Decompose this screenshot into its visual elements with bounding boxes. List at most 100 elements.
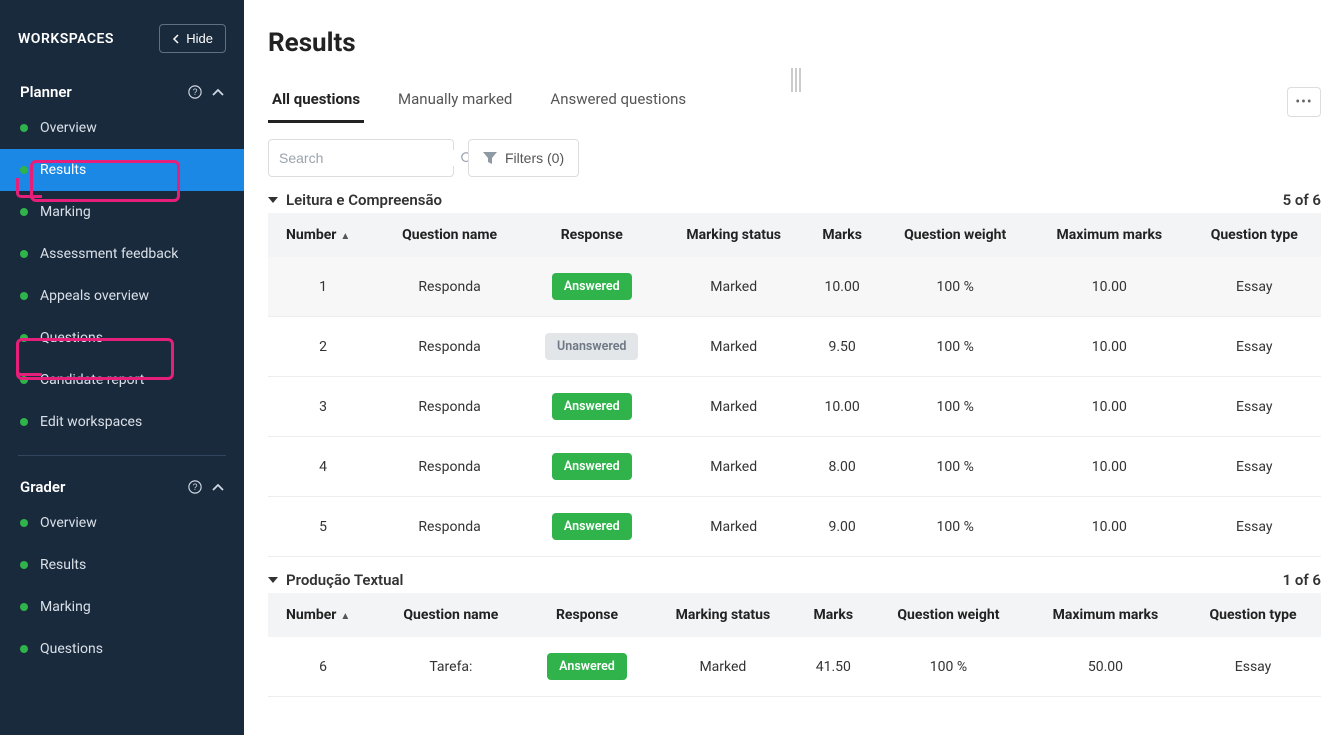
sidebar-item-assessment-feedback[interactable]: Assessment feedback (0, 233, 244, 275)
chevron-up-icon[interactable] (212, 483, 224, 491)
sidebar-item-marking[interactable]: Marking (0, 191, 244, 233)
hide-label: Hide (186, 31, 213, 46)
cell-marking-status: Marked (662, 377, 805, 437)
group-count: 1 of 6 (1283, 571, 1321, 589)
response-badge: Answered (547, 653, 627, 680)
cell-question-weight: 100 % (879, 377, 1031, 437)
sort-asc-icon: ▲ (340, 231, 350, 242)
search-input-wrapper[interactable] (268, 139, 454, 177)
sidebar-section-header[interactable]: Planner ? (0, 77, 244, 107)
hide-sidebar-button[interactable]: Hide (159, 24, 226, 53)
table-row[interactable]: 1 Responda Answered Marked 10.00 100 % 1… (268, 257, 1321, 317)
sidebar-section-header[interactable]: Grader ? (0, 472, 244, 502)
cell-marking-status: Marked (662, 497, 805, 557)
col-question-weight[interactable]: Question weight (871, 593, 1026, 637)
col-number[interactable]: Number▲ (268, 593, 378, 637)
sidebar-item-label: Overview (40, 120, 97, 136)
col-max-marks[interactable]: Maximum marks (1026, 593, 1185, 637)
cell-response: Answered (521, 437, 662, 497)
cell-question-type: Essay (1188, 497, 1321, 557)
col-question-type[interactable]: Question type (1188, 213, 1321, 257)
status-dot-icon (20, 334, 28, 342)
ellipsis-icon: ••• (1295, 94, 1312, 110)
col-marks[interactable]: Marks (796, 593, 872, 637)
col-response[interactable]: Response (521, 213, 662, 257)
status-dot-icon (20, 208, 28, 216)
status-dot-icon (20, 166, 28, 174)
cell-marking-status: Marked (662, 437, 805, 497)
search-input[interactable] (279, 150, 460, 166)
cell-marks: 10.00 (805, 257, 879, 317)
more-actions-button[interactable]: ••• (1287, 87, 1321, 117)
sidebar-item-candidate-report[interactable]: Candidate report (0, 359, 244, 401)
help-icon[interactable]: ? (188, 85, 202, 99)
col-marks[interactable]: Marks (805, 213, 879, 257)
cell-question-type: Essay (1188, 317, 1321, 377)
results-table: Number▲ Question name Response Marking s… (268, 593, 1321, 697)
cell-number: 2 (268, 317, 378, 377)
tab-answered-questions[interactable]: Answered questions (546, 80, 690, 123)
sidebar-item-label: Marking (40, 204, 91, 220)
sidebar-item-marking[interactable]: Marking (0, 586, 244, 628)
cell-response: Answered (521, 497, 662, 557)
col-question-weight[interactable]: Question weight (879, 213, 1031, 257)
cell-question-name: Responda (378, 437, 521, 497)
sidebar-item-results[interactable]: Results (0, 544, 244, 586)
sidebar-section-label: Grader (20, 478, 65, 496)
cell-question-name: Responda (378, 317, 521, 377)
filters-button[interactable]: Filters (0) (468, 139, 579, 177)
cell-marks: 9.00 (805, 497, 879, 557)
cell-number: 6 (268, 637, 378, 697)
col-question-name[interactable]: Question name (378, 593, 524, 637)
group-toggle[interactable]: Leitura e Compreensão (268, 191, 442, 209)
chevron-up-icon[interactable] (212, 88, 224, 96)
cell-marks: 8.00 (805, 437, 879, 497)
col-question-name[interactable]: Question name (378, 213, 521, 257)
table-row[interactable]: 3 Responda Answered Marked 10.00 100 % 1… (268, 377, 1321, 437)
results-table: Number▲ Question name Response Marking s… (268, 213, 1321, 557)
response-badge: Answered (552, 453, 632, 480)
cell-number: 4 (268, 437, 378, 497)
table-row[interactable]: 4 Responda Answered Marked 8.00 100 % 10… (268, 437, 1321, 497)
col-marking-status[interactable]: Marking status (662, 213, 805, 257)
cell-marking-status: Marked (662, 317, 805, 377)
help-icon[interactable]: ? (188, 480, 202, 494)
cell-response: Answered (524, 637, 650, 697)
cell-question-type: Essay (1188, 377, 1321, 437)
group-title: Produção Textual (286, 571, 403, 589)
table-row[interactable]: 5 Responda Answered Marked 9.00 100 % 10… (268, 497, 1321, 557)
table-row[interactable]: 6 Tarefa: Answered Marked 41.50 100 % 50… (268, 637, 1321, 697)
table-row[interactable]: 2 Responda Unanswered Marked 9.50 100 % … (268, 317, 1321, 377)
cell-number: 1 (268, 257, 378, 317)
status-dot-icon (20, 561, 28, 569)
col-max-marks[interactable]: Maximum marks (1031, 213, 1187, 257)
tab-manually-marked[interactable]: Manually marked (394, 80, 516, 123)
status-dot-icon (20, 418, 28, 426)
tab-all-questions[interactable]: All questions (268, 80, 364, 123)
cell-marking-status: Marked (662, 257, 805, 317)
cell-marks: 41.50 (796, 637, 872, 697)
sidebar-item-results[interactable]: Results (0, 149, 244, 191)
status-dot-icon (20, 603, 28, 611)
status-dot-icon (20, 250, 28, 258)
response-badge: Unanswered (545, 333, 638, 360)
col-number[interactable]: Number▲ (268, 213, 378, 257)
sidebar-item-label: Overview (40, 515, 97, 531)
col-marking-status[interactable]: Marking status (650, 593, 795, 637)
sidebar-item-overview[interactable]: Overview (0, 502, 244, 544)
sidebar-section-label: Planner (20, 83, 72, 101)
sidebar-item-overview[interactable]: Overview (0, 107, 244, 149)
cell-question-name: Responda (378, 497, 521, 557)
sidebar-item-appeals-overview[interactable]: Appeals overview (0, 275, 244, 317)
cell-question-weight: 100 % (871, 637, 1026, 697)
sidebar-item-questions[interactable]: Questions (0, 628, 244, 670)
col-question-type[interactable]: Question type (1185, 593, 1321, 637)
cell-number: 3 (268, 377, 378, 437)
col-response[interactable]: Response (524, 593, 650, 637)
filters-label: Filters (0) (505, 150, 564, 166)
chevron-left-icon (172, 34, 180, 44)
sidebar-divider (18, 455, 226, 456)
group-toggle[interactable]: Produção Textual (268, 571, 403, 589)
sidebar-item-questions[interactable]: Questions (0, 317, 244, 359)
sidebar-item-edit-workspaces[interactable]: Edit workspaces (0, 401, 244, 443)
